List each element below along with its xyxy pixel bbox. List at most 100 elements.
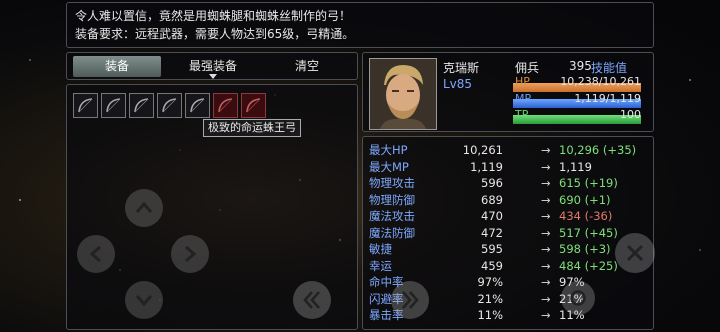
- stat-new-value: 10,296 (+35): [559, 143, 637, 157]
- stat-current-value: 472: [481, 225, 503, 240]
- stat-label: 幸运: [369, 258, 392, 273]
- chevron-up-icon: [135, 201, 153, 213]
- character-name: 克瑞斯: [443, 61, 480, 75]
- arrow-right-icon: →: [541, 143, 551, 157]
- stat-new-value: 1,119: [559, 159, 592, 174]
- tp-label: TP: [515, 108, 529, 121]
- tab-best-equip-label: 最强装备: [188, 59, 237, 73]
- stat-row: 魔法攻击 470 → 434 (-36): [369, 208, 651, 224]
- dpad-down-button[interactable]: [125, 281, 163, 319]
- stat-current-value: 10,261: [462, 143, 503, 157]
- stat-label: 物理攻击: [369, 176, 415, 190]
- arrow-right-icon: →: [541, 159, 551, 174]
- inventory-slot[interactable]: [241, 93, 266, 118]
- hp-label: HP: [515, 75, 530, 88]
- bow-icon: [218, 98, 233, 113]
- bow-icon: [190, 98, 205, 113]
- stat-row: 幸运 459 → 484 (+25): [369, 258, 651, 274]
- stat-label: 最大HP: [369, 143, 408, 157]
- stat-current-value: 470: [481, 209, 503, 223]
- stat-label: 物理防御: [369, 192, 415, 207]
- fast-forward-button[interactable]: [391, 281, 429, 319]
- inventory-panel: 极致的命运蛛王弓: [66, 84, 358, 330]
- stat-current-value: 21%: [477, 291, 503, 306]
- dpad-right-button[interactable]: [171, 235, 209, 273]
- tab-clear[interactable]: 清空: [263, 56, 351, 77]
- stat-new-value: 434 (-36): [559, 209, 613, 223]
- tab-equip-label: 装备: [104, 59, 129, 73]
- confirm-button[interactable]: [561, 281, 595, 315]
- bow-icon: [246, 98, 261, 113]
- stat-new-value: 615 (+19): [559, 176, 618, 190]
- inventory-slot-selected[interactable]: [213, 93, 238, 118]
- tab-clear-label: 清空: [294, 59, 319, 73]
- stat-row: 魔法防御 472 → 517 (+45): [369, 225, 651, 241]
- stat-row: 物理攻击 596 → 615 (+19): [369, 175, 651, 191]
- item-description-line: 令人难以置信，竟然是用蜘蛛腿和蜘蛛丝制作的弓！: [75, 9, 352, 23]
- double-chevron-right-icon: [402, 291, 419, 309]
- bow-icon: [134, 98, 149, 113]
- circle-icon: [570, 290, 586, 306]
- skill-points-value: 395: [569, 59, 592, 73]
- stat-row: 敏捷 595 → 598 (+3): [369, 241, 651, 257]
- arrow-right-icon: →: [541, 176, 551, 190]
- close-icon: [626, 244, 644, 262]
- inventory-slot[interactable]: [101, 93, 126, 118]
- inventory-slot[interactable]: [157, 93, 182, 118]
- inventory-slot[interactable]: [129, 93, 154, 118]
- tab-equip[interactable]: 装备: [73, 56, 161, 77]
- item-tooltip: 极致的命运蛛王弓: [203, 119, 301, 137]
- stat-current-value: 596: [481, 176, 503, 190]
- tp-value: 100: [620, 108, 641, 121]
- mp-label: MP: [515, 92, 532, 105]
- stat-row: 物理防御 689 → 690 (+1): [369, 192, 651, 208]
- stat-new-value: 598 (+3): [559, 242, 611, 256]
- chevron-right-icon: [185, 245, 197, 263]
- arrow-right-icon: →: [541, 242, 551, 256]
- bow-icon: [78, 98, 93, 113]
- arrow-right-icon: →: [541, 225, 551, 240]
- bow-icon: [106, 98, 121, 113]
- arrow-right-icon: →: [541, 192, 551, 207]
- stat-current-value: 595: [481, 242, 503, 256]
- skill-points-label: 技能值: [591, 61, 628, 75]
- close-button[interactable]: [615, 233, 655, 273]
- chevron-down-icon: [135, 295, 153, 307]
- stats-comparison-panel: 最大HP 10,261 → 10,296 (+35) 最大MP 1,119 → 1,119 物理…: [362, 136, 655, 330]
- rewind-button[interactable]: [293, 281, 331, 319]
- stat-new-value: 690 (+1): [559, 192, 611, 207]
- character-job: 佣兵: [515, 61, 540, 75]
- inventory-slot[interactable]: [185, 93, 210, 118]
- stat-current-value: 97%: [477, 275, 503, 289]
- bow-icon: [162, 98, 177, 113]
- stat-new-value: 517 (+45): [559, 225, 618, 240]
- dpad-up-button[interactable]: [125, 189, 163, 227]
- character-level: Lv85: [443, 77, 473, 91]
- item-description-panel: 令人难以置信，竟然是用蜘蛛腿和蜘蛛丝制作的弓！ 装备要求：远程武器，需要人物达到…: [66, 2, 654, 48]
- mp-value: 1,119/1,119: [574, 92, 641, 105]
- character-panel: 克瑞斯 Lv85 佣兵 395 技能值 HP 10,238/10,261 MP …: [362, 52, 654, 132]
- tab-best-equip[interactable]: 最强装备: [169, 56, 257, 79]
- stat-row: 最大MP 1,119 → 1,119: [369, 159, 651, 175]
- arrow-right-icon: →: [541, 275, 551, 289]
- stat-current-value: 689: [481, 192, 503, 207]
- stat-current-value: 1,119: [470, 159, 503, 174]
- inventory-slot[interactable]: [73, 93, 98, 118]
- hp-value: 10,238/10,261: [560, 75, 641, 88]
- arrow-right-icon: →: [541, 308, 551, 322]
- chevron-down-icon: [209, 74, 217, 79]
- stat-current-value: 11%: [477, 308, 503, 322]
- double-chevron-left-icon: [303, 291, 320, 309]
- equipment-tab-bar: 装备 最强装备 清空: [66, 52, 358, 80]
- arrow-right-icon: →: [541, 258, 551, 273]
- stat-label: 魔法防御: [369, 225, 415, 240]
- arrow-right-icon: →: [541, 291, 551, 306]
- stat-row: 最大HP 10,261 → 10,296 (+35): [369, 142, 651, 158]
- stat-new-value: 484 (+25): [559, 258, 618, 273]
- chevron-left-icon: [89, 245, 101, 263]
- character-portrait: [369, 58, 437, 130]
- arrow-right-icon: →: [541, 209, 551, 223]
- dpad-left-button[interactable]: [77, 235, 115, 273]
- equip-requirement-line: 装备要求：远程武器，需要人物达到65级，弓精通。: [75, 27, 355, 41]
- stat-label: 最大MP: [369, 159, 409, 174]
